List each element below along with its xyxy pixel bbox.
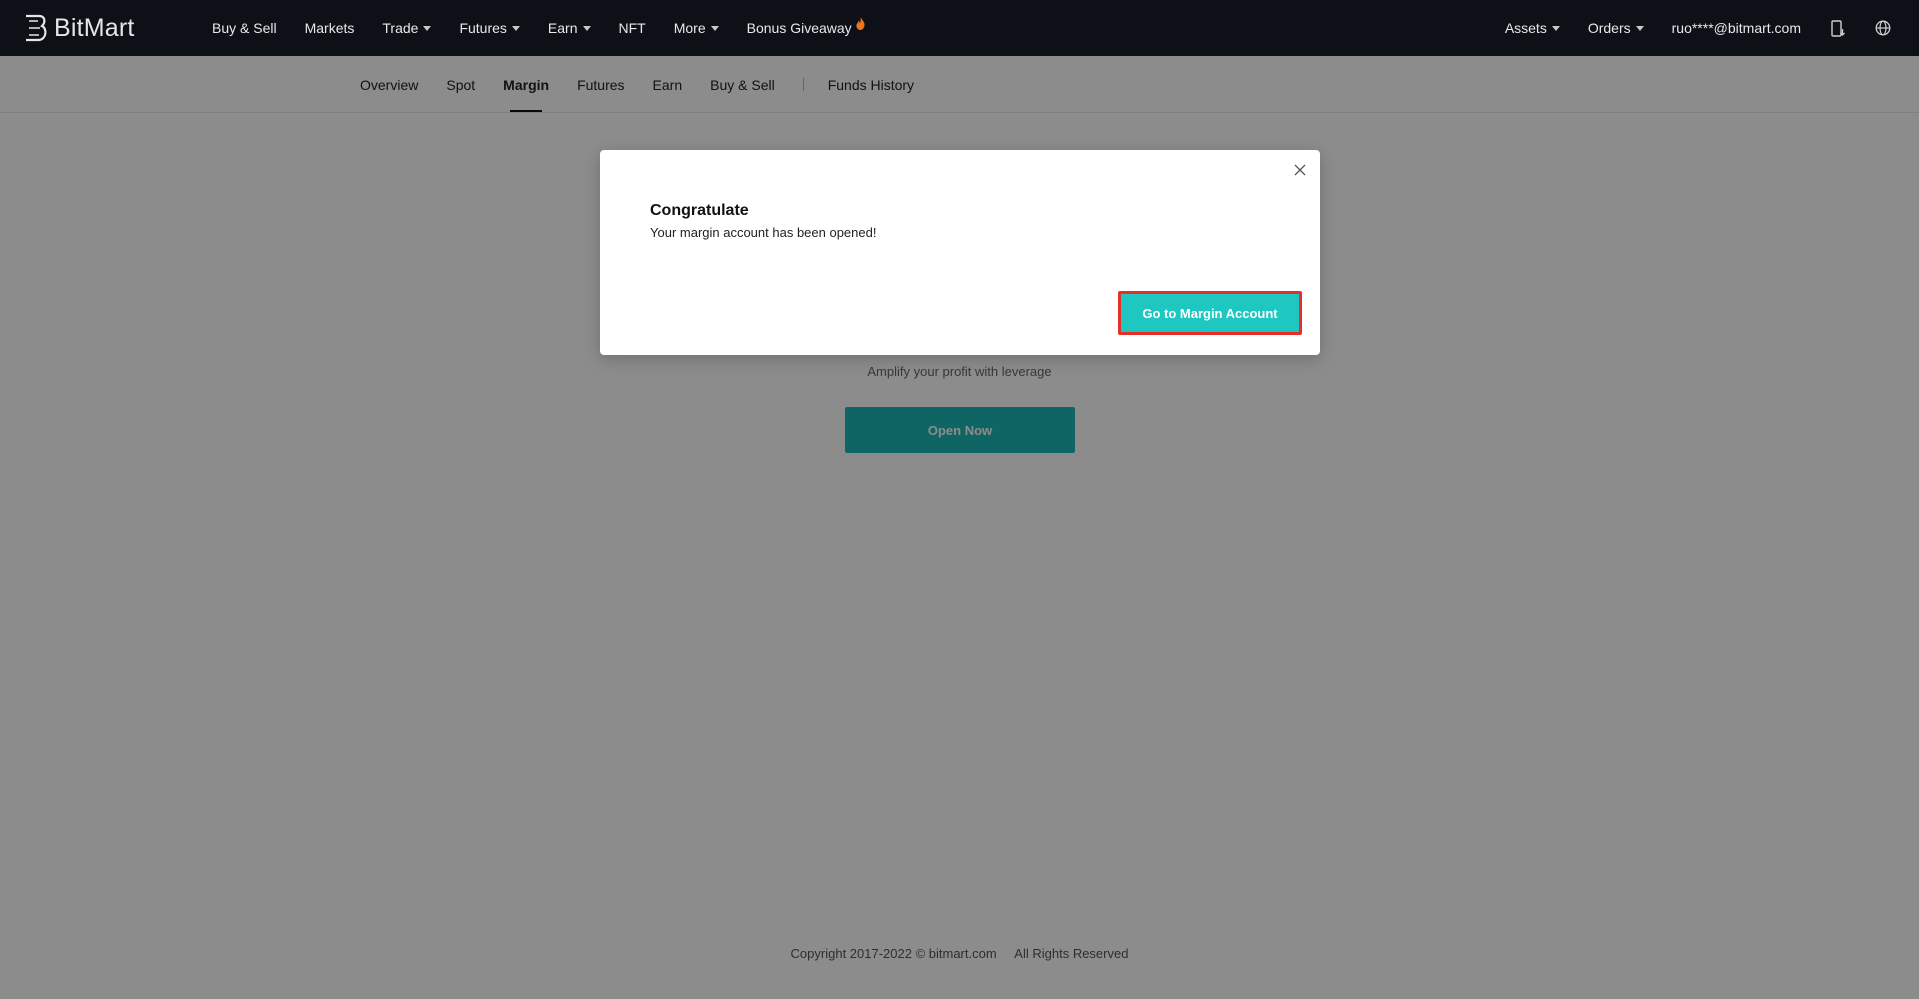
nav-label: Futures <box>459 20 507 36</box>
nav-futures[interactable]: Futures <box>459 20 520 36</box>
nav-label: More <box>673 20 706 36</box>
nav-label: Orders <box>1587 20 1631 36</box>
congratulation-modal: Congratulate Your margin account has bee… <box>600 150 1320 355</box>
nav-markets[interactable]: Markets <box>305 20 355 36</box>
caret-down-icon <box>582 25 591 31</box>
nav-orders[interactable]: Orders <box>1588 20 1644 36</box>
nav-bonus-giveaway[interactable]: Bonus Giveaway <box>746 16 865 36</box>
caret-down-icon <box>1551 25 1560 31</box>
nav-earn[interactable]: Earn <box>548 20 591 36</box>
nav-label: Trade <box>382 20 419 36</box>
top-navbar: BitMart Buy & Sell Markets Trade Futures… <box>0 0 1919 56</box>
nav-label: Buy & Sell <box>212 20 277 36</box>
nav-label: NFT <box>618 20 646 36</box>
bitmart-logo-icon <box>26 14 47 42</box>
mobile-download-icon[interactable] <box>1829 19 1847 37</box>
caret-down-icon <box>710 25 719 31</box>
bitmart-logo[interactable]: BitMart <box>22 13 167 43</box>
nav-label: Earn <box>547 20 578 36</box>
fire-icon <box>856 16 865 30</box>
nav-label: Markets <box>304 20 355 36</box>
user-email-label: ruo****@bitmart.com <box>1671 20 1801 36</box>
caret-down-icon <box>511 25 520 31</box>
close-icon[interactable] <box>1292 162 1308 178</box>
modal-title: Congratulate <box>650 202 749 219</box>
modal-message: Your margin account has been opened! <box>650 225 877 240</box>
caret-down-icon <box>423 25 432 31</box>
account-menu: Assets Orders ruo****@bitmart.com <box>1505 0 1919 56</box>
nav-trade[interactable]: Trade <box>382 20 432 36</box>
globe-icon[interactable] <box>1874 19 1892 37</box>
caret-down-icon <box>1635 25 1644 31</box>
nav-label: Bonus Giveaway <box>746 20 852 36</box>
nav-assets[interactable]: Assets <box>1505 20 1560 36</box>
main-menu: Buy & Sell Markets Trade Futures Earn NF… <box>212 16 893 36</box>
nav-nft[interactable]: NFT <box>619 20 646 36</box>
go-to-margin-account-button[interactable]: Go to Margin Account <box>1118 291 1302 335</box>
nav-label: Assets <box>1504 20 1547 36</box>
brand-name: BitMart <box>54 13 135 42</box>
user-email[interactable]: ruo****@bitmart.com <box>1672 20 1801 36</box>
nav-more[interactable]: More <box>674 20 719 36</box>
nav-buy-sell[interactable]: Buy & Sell <box>212 20 277 36</box>
